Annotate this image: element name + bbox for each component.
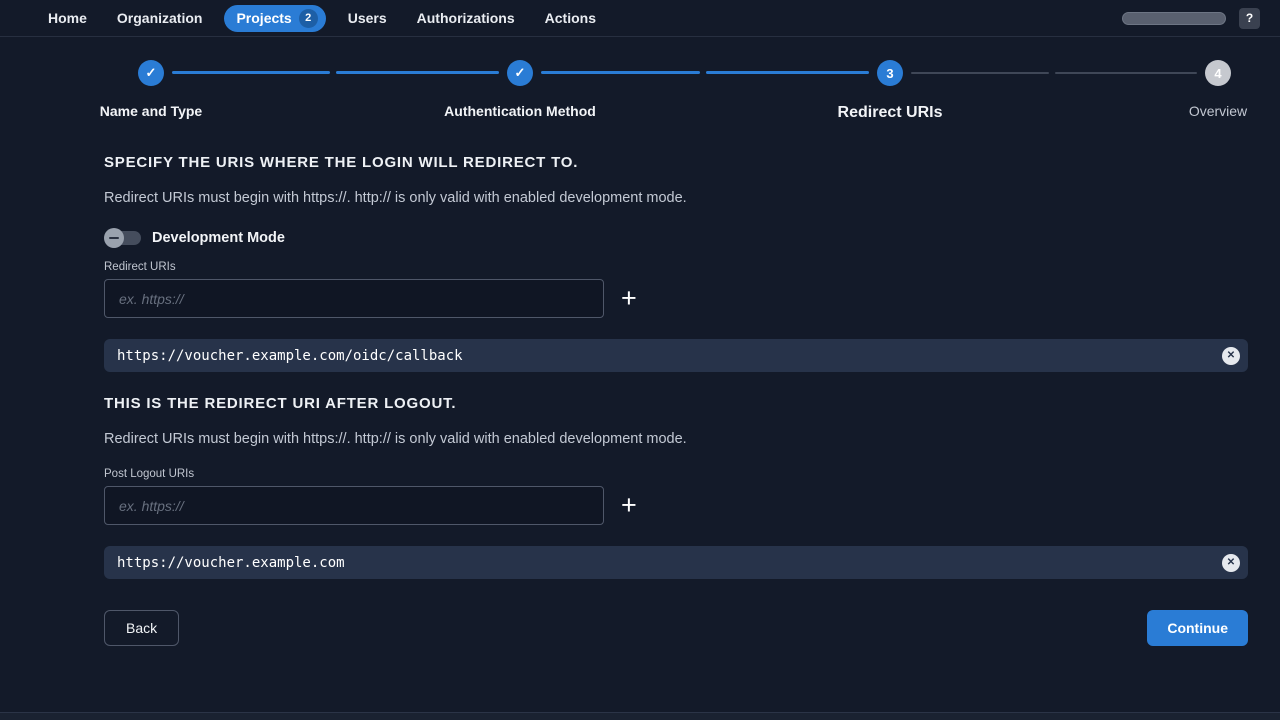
stepper-connector xyxy=(172,71,330,74)
nav-item-projects-label: Projects xyxy=(236,10,291,26)
step-4-circle[interactable]: 4 xyxy=(1205,60,1231,86)
redirect-uri-value: https://voucher.example.com/oidc/callbac… xyxy=(117,348,463,364)
redirect-uri-input[interactable] xyxy=(104,279,604,318)
nav-right-group: ? xyxy=(1122,8,1260,29)
step-1-label: Name and Type xyxy=(100,103,202,119)
help-button[interactable]: ? xyxy=(1239,8,1260,29)
nav-item-projects[interactable]: Projects 2 xyxy=(224,5,325,32)
redirect-uri-input-row: + xyxy=(104,279,1248,318)
post-logout-uri-value: https://voucher.example.com xyxy=(117,555,345,571)
top-navigation: Home Organization Projects 2 Users Autho… xyxy=(0,0,1280,37)
step-3-circle[interactable]: 3 xyxy=(877,60,903,86)
logout-section-description: Redirect URIs must begin with https://. … xyxy=(104,431,1248,447)
back-button[interactable]: Back xyxy=(104,610,179,646)
wizard-content: SPECIFY THE URIS WHERE THE LOGIN WILL RE… xyxy=(0,132,1280,646)
nav-item-users[interactable]: Users xyxy=(348,10,387,26)
plus-icon: + xyxy=(621,283,637,313)
step-3-number: 3 xyxy=(886,66,893,81)
page-footer xyxy=(0,712,1280,720)
redirect-uri-chip: https://voucher.example.com/oidc/callbac… xyxy=(104,339,1248,372)
nav-item-authorizations[interactable]: Authorizations xyxy=(417,10,515,26)
add-post-logout-uri-button[interactable]: + xyxy=(617,492,641,519)
wizard-actions-row: Back Continue xyxy=(104,610,1248,646)
logout-section-title: THIS IS THE REDIRECT URI AFTER LOGOUT. xyxy=(104,395,1248,412)
remove-redirect-uri-button[interactable]: ✕ xyxy=(1222,347,1240,365)
stepper-connector xyxy=(336,71,499,74)
nav-item-organization[interactable]: Organization xyxy=(117,10,203,26)
step-2-label: Authentication Method xyxy=(444,103,596,119)
redirect-section-title: SPECIFY THE URIS WHERE THE LOGIN WILL RE… xyxy=(104,154,1248,171)
development-mode-row: Development Mode xyxy=(104,227,1248,249)
toggle-knob xyxy=(104,228,124,248)
continue-button[interactable]: Continue xyxy=(1147,610,1248,646)
close-icon: ✕ xyxy=(1227,557,1235,568)
post-logout-uri-chip: https://voucher.example.com ✕ xyxy=(104,546,1248,579)
step-2-circle[interactable]: ✓ xyxy=(507,60,533,86)
redirect-uris-field-label: Redirect URIs xyxy=(104,261,1248,273)
nav-item-home[interactable]: Home xyxy=(48,10,87,26)
step-3-label: Redirect URIs xyxy=(838,104,943,122)
post-logout-uris-field-label: Post Logout URIs xyxy=(104,468,1248,480)
plus-icon: + xyxy=(621,490,637,520)
step-4-label: Overview xyxy=(1189,103,1247,119)
projects-count-badge: 2 xyxy=(299,9,318,28)
step-1-circle[interactable]: ✓ xyxy=(138,60,164,86)
check-icon: ✓ xyxy=(515,65,526,81)
step-4-number: 4 xyxy=(1214,66,1221,81)
post-logout-uri-input[interactable] xyxy=(104,486,604,525)
check-icon: ✓ xyxy=(146,65,157,81)
redirect-uris-section: SPECIFY THE URIS WHERE THE LOGIN WILL RE… xyxy=(104,154,1248,372)
nav-item-actions[interactable]: Actions xyxy=(545,10,596,26)
stepper-connector xyxy=(706,71,869,74)
post-logout-uris-section: THIS IS THE REDIRECT URI AFTER LOGOUT. R… xyxy=(104,395,1248,579)
add-redirect-uri-button[interactable]: + xyxy=(617,285,641,312)
development-mode-toggle[interactable] xyxy=(104,227,142,249)
minus-icon xyxy=(109,237,119,239)
development-mode-label: Development Mode xyxy=(152,230,285,246)
remove-post-logout-uri-button[interactable]: ✕ xyxy=(1222,554,1240,572)
stepper-connector xyxy=(1055,72,1197,74)
close-icon: ✕ xyxy=(1227,350,1235,361)
post-logout-uri-input-row: + xyxy=(104,486,1248,525)
wizard-stepper: ✓ ✓ 3 4 Name and Type Authentication Met… xyxy=(0,37,1280,132)
stepper-connector xyxy=(541,71,700,74)
org-switcher-skeleton xyxy=(1122,12,1226,25)
stepper-connector xyxy=(911,72,1049,74)
redirect-section-description: Redirect URIs must begin with https://. … xyxy=(104,190,1248,206)
